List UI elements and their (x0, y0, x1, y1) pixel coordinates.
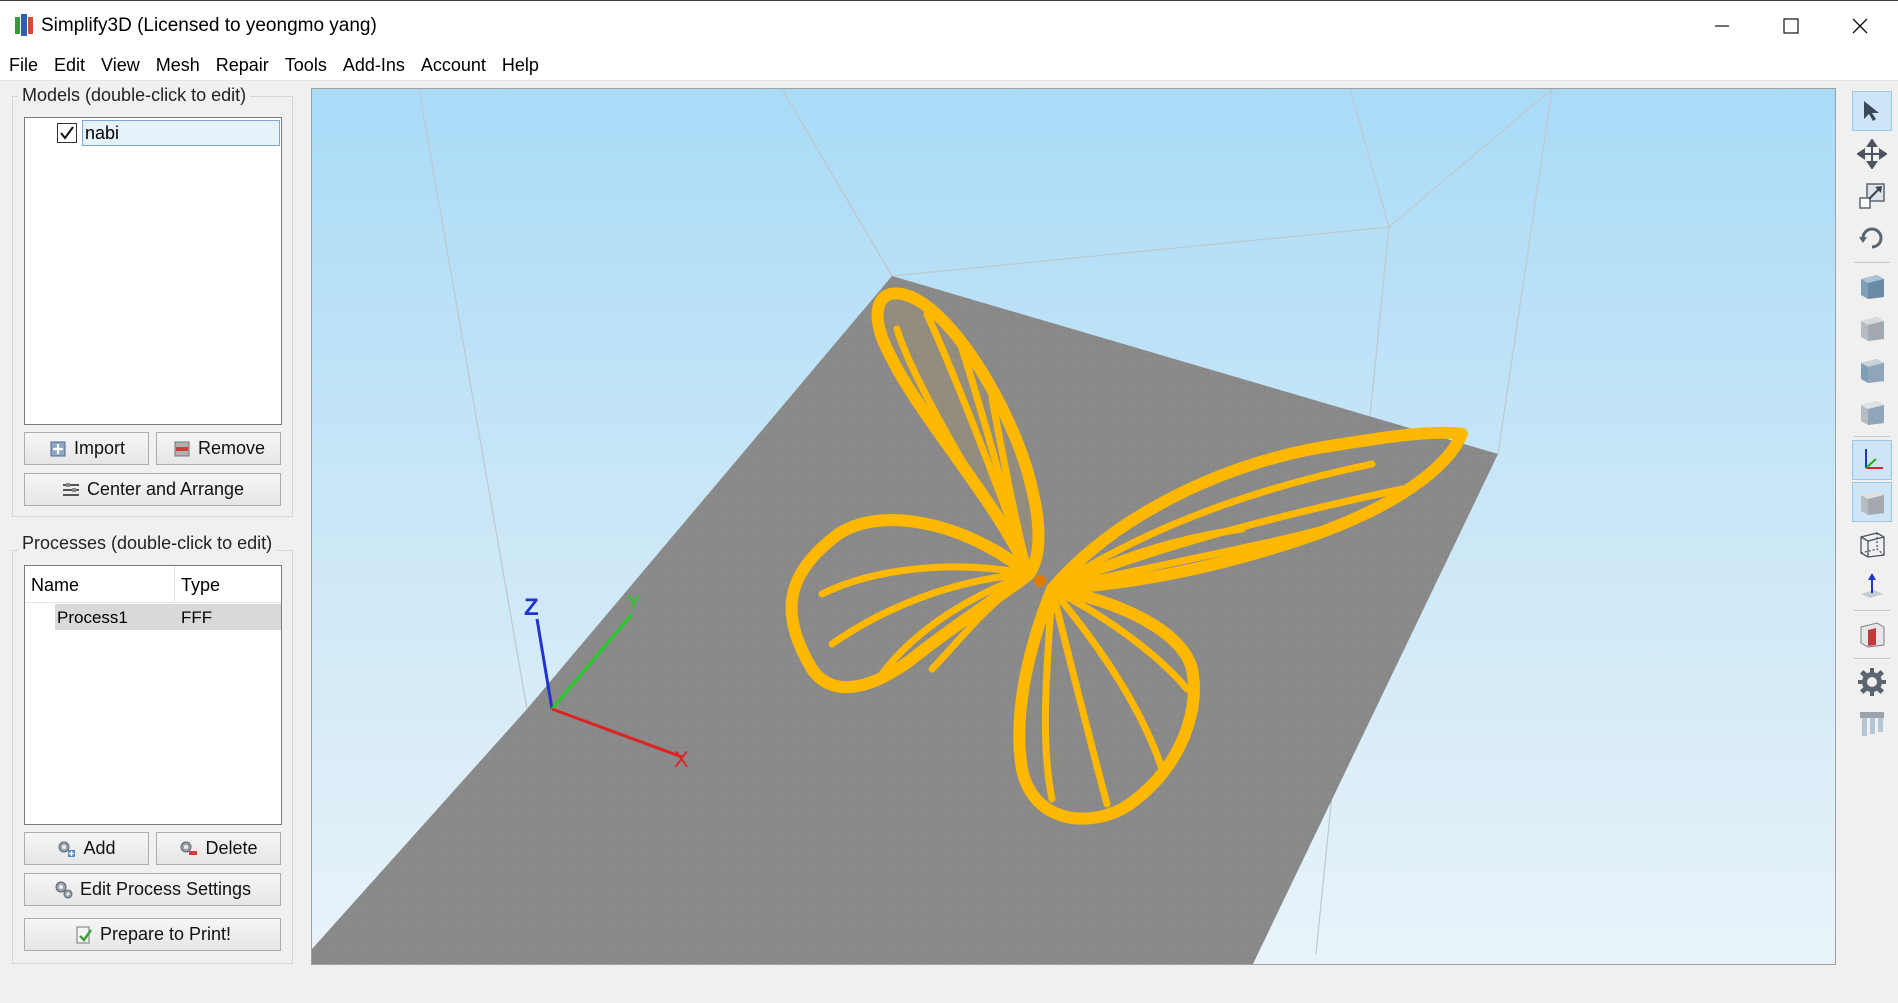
process-type: FFF (181, 608, 213, 627)
add-label: Add (83, 838, 116, 858)
axes-icon (1865, 449, 1883, 469)
scale-tool-button[interactable] (1852, 176, 1892, 216)
show-axes-button[interactable] (1852, 440, 1892, 480)
select-tool-button[interactable] (1852, 91, 1892, 131)
menu-bar: File Edit View Mesh Repair Tools Add-Ins… (0, 50, 1898, 80)
model-checkbox[interactable] (57, 123, 77, 143)
normals-button[interactable] (1852, 566, 1892, 606)
close-button[interactable] (1826, 1, 1894, 51)
status-bar (0, 975, 1898, 1003)
minimize-button[interactable] (1688, 1, 1756, 51)
checkmark-icon (60, 126, 74, 140)
view-left-button[interactable] (1852, 350, 1892, 390)
import-button[interactable]: Import (24, 432, 149, 465)
maximize-icon (1783, 18, 1799, 34)
settings-icon (1858, 668, 1886, 696)
move-icon (1857, 139, 1887, 169)
wireframe-icon (1860, 532, 1885, 558)
remove-button[interactable]: Remove (156, 432, 281, 465)
center-arrange-button[interactable]: Center and Arrange (24, 473, 281, 506)
table-header: Name Type (25, 566, 281, 603)
delete-label: Delete (205, 838, 258, 858)
toolbar-divider (1854, 610, 1890, 611)
menu-repair[interactable]: Repair (208, 51, 277, 79)
remove-label: Remove (197, 438, 266, 458)
scene-canvas: Z Y X (312, 89, 1553, 964)
toolbar-divider (1854, 262, 1890, 263)
axis-y-label: Y (627, 592, 640, 614)
processes-header: Processes (double-click to edit) (18, 533, 277, 554)
view-front-icon (1861, 317, 1884, 341)
menu-help[interactable]: Help (494, 51, 547, 79)
select-icon (1864, 101, 1879, 121)
prepare-print-icon (76, 926, 92, 943)
settings-gears-icon (55, 881, 73, 898)
menu-add-ins[interactable]: Add-Ins (335, 51, 413, 79)
processes-table[interactable]: Name Type Process1 FFF (24, 565, 282, 825)
import-icon (50, 441, 66, 456)
center-arrange-label: Center and Arrange (86, 479, 245, 499)
supports-icon (1860, 712, 1884, 736)
menu-divider (0, 80, 1898, 81)
view-toolbar (1846, 88, 1898, 965)
maximize-button[interactable] (1757, 1, 1825, 51)
model-item-nabi[interactable]: nabi (82, 120, 280, 146)
scale-icon (1859, 183, 1885, 209)
process-name: Process1 (57, 608, 128, 627)
edit-process-settings-label: Edit Process Settings (79, 879, 252, 899)
settings-button[interactable] (1852, 662, 1892, 702)
model-body (1034, 575, 1046, 587)
axis-z-label: Z (524, 594, 539, 621)
view-default-icon (1861, 275, 1884, 299)
minimize-icon (1715, 25, 1729, 27)
rotate-tool-button[interactable] (1852, 218, 1892, 258)
3d-viewport[interactable]: Z Y X (311, 88, 1836, 965)
title-bar: Simplify3D (Licensed to yeongmo yang) (0, 0, 1898, 50)
axis-x-label: X (674, 747, 689, 772)
add-process-icon (58, 841, 76, 857)
menu-account[interactable]: Account (413, 51, 494, 79)
column-name[interactable]: Name (31, 575, 79, 596)
solid-icon (1861, 491, 1884, 515)
edit-process-settings-button[interactable]: Edit Process Settings (24, 873, 281, 906)
add-process-button[interactable]: Add (24, 832, 149, 865)
arrange-icon (62, 482, 79, 496)
menu-tools[interactable]: Tools (277, 51, 335, 79)
toolbar-divider (1854, 436, 1890, 437)
cross-section-icon (1860, 622, 1885, 648)
import-label: Import (73, 438, 125, 458)
cross-section-button[interactable] (1852, 614, 1892, 654)
models-header: Models (double-click to edit) (18, 85, 251, 106)
view-right-button[interactable] (1852, 392, 1892, 432)
view-front-button[interactable] (1852, 308, 1892, 348)
window-title: Simplify3D (Licensed to yeongmo yang) (41, 15, 377, 36)
table-row[interactable]: Process1 FFF (55, 604, 281, 630)
wireframe-view-button[interactable] (1852, 524, 1892, 564)
prepare-to-print-label: Prepare to Print! (99, 924, 232, 944)
rotate-icon (1859, 227, 1883, 249)
prepare-to-print-button[interactable]: Prepare to Print! (24, 918, 281, 951)
view-right-icon (1861, 401, 1884, 425)
remove-icon (174, 441, 190, 456)
supports-button[interactable] (1852, 704, 1892, 744)
normals-icon (1861, 573, 1883, 598)
view-default-button[interactable] (1852, 266, 1892, 306)
delete-process-icon (180, 841, 198, 855)
menu-mesh[interactable]: Mesh (148, 51, 208, 79)
column-divider (174, 566, 175, 602)
menu-view[interactable]: View (93, 51, 148, 79)
toolbar-divider (1854, 658, 1890, 659)
solid-view-button[interactable] (1852, 482, 1892, 522)
column-type[interactable]: Type (181, 575, 220, 596)
close-icon (1852, 18, 1868, 34)
delete-process-button[interactable]: Delete (156, 832, 281, 865)
models-list[interactable]: nabi (24, 117, 282, 425)
move-tool-button[interactable] (1852, 134, 1892, 174)
menu-file[interactable]: File (0, 51, 46, 79)
view-left-icon (1861, 359, 1884, 383)
menu-edit[interactable]: Edit (46, 51, 93, 79)
app-logo-icon (15, 14, 33, 36)
